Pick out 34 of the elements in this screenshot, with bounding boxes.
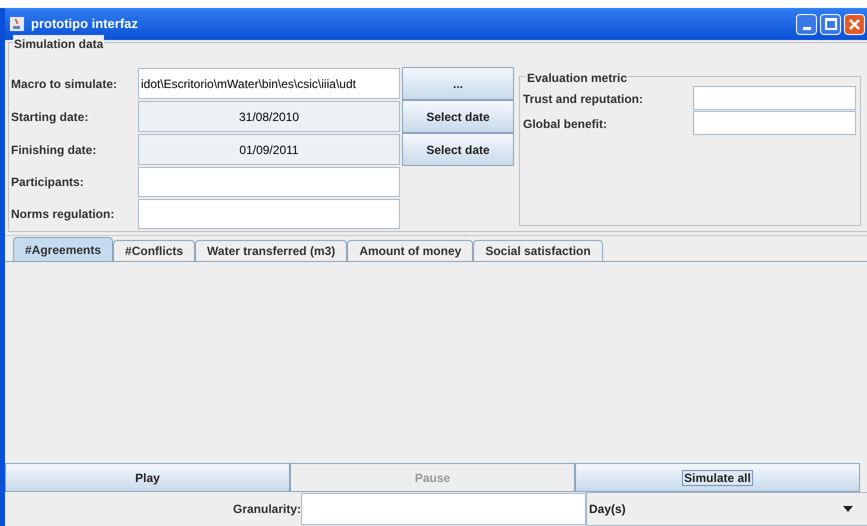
browse-button[interactable]: ... (402, 67, 514, 100)
field-label: Finishing date: (11, 142, 98, 158)
tab[interactable]: #Agreements (13, 237, 114, 261)
field-label: Macro to simulate: (11, 76, 118, 92)
granularity-field[interactable] (301, 493, 586, 525)
date-field[interactable]: 31/08/2010 (138, 101, 400, 132)
caret-icon (843, 506, 853, 512)
close-icon (848, 18, 861, 30)
granularity-label: Granularity: (232, 501, 301, 518)
simulate-all-button[interactable]: Simulate all (575, 463, 860, 492)
tab[interactable]: #Conflicts (113, 240, 196, 261)
field-label: Participants: (11, 174, 85, 191)
path-field[interactable]: idot\Escritorio\mWater\bin\es\csic\iiia\udt (138, 68, 400, 99)
coffee-cup-icon (9, 16, 25, 32)
tab[interactable]: Water transferred (m3) (195, 240, 348, 261)
select-date-button[interactable]: Select date (402, 100, 514, 133)
window-title: prototipo interfaz (31, 15, 138, 34)
unit-dropdown[interactable]: Day(s) (586, 492, 867, 526)
play-button[interactable]: Play (5, 463, 290, 492)
text-field[interactable] (138, 199, 400, 229)
field-label: Trust and reputation: (523, 90, 644, 108)
text-field[interactable] (693, 86, 856, 110)
field-label: Starting date: (11, 108, 90, 126)
field-label: Norms regulation: (11, 206, 116, 223)
tab[interactable]: Amount of money (347, 240, 474, 261)
close-button[interactable] (844, 14, 865, 34)
text-field[interactable] (138, 167, 400, 197)
maximize-button[interactable] (820, 14, 841, 34)
text-field[interactable] (693, 111, 856, 135)
select-date-button[interactable]: Select date (402, 133, 514, 166)
tab[interactable]: Social satisfaction (473, 240, 603, 261)
date-field[interactable]: 01/09/2011 (138, 134, 400, 165)
field-label: Global benefit: (523, 116, 608, 132)
minimize-button[interactable] (796, 14, 817, 34)
